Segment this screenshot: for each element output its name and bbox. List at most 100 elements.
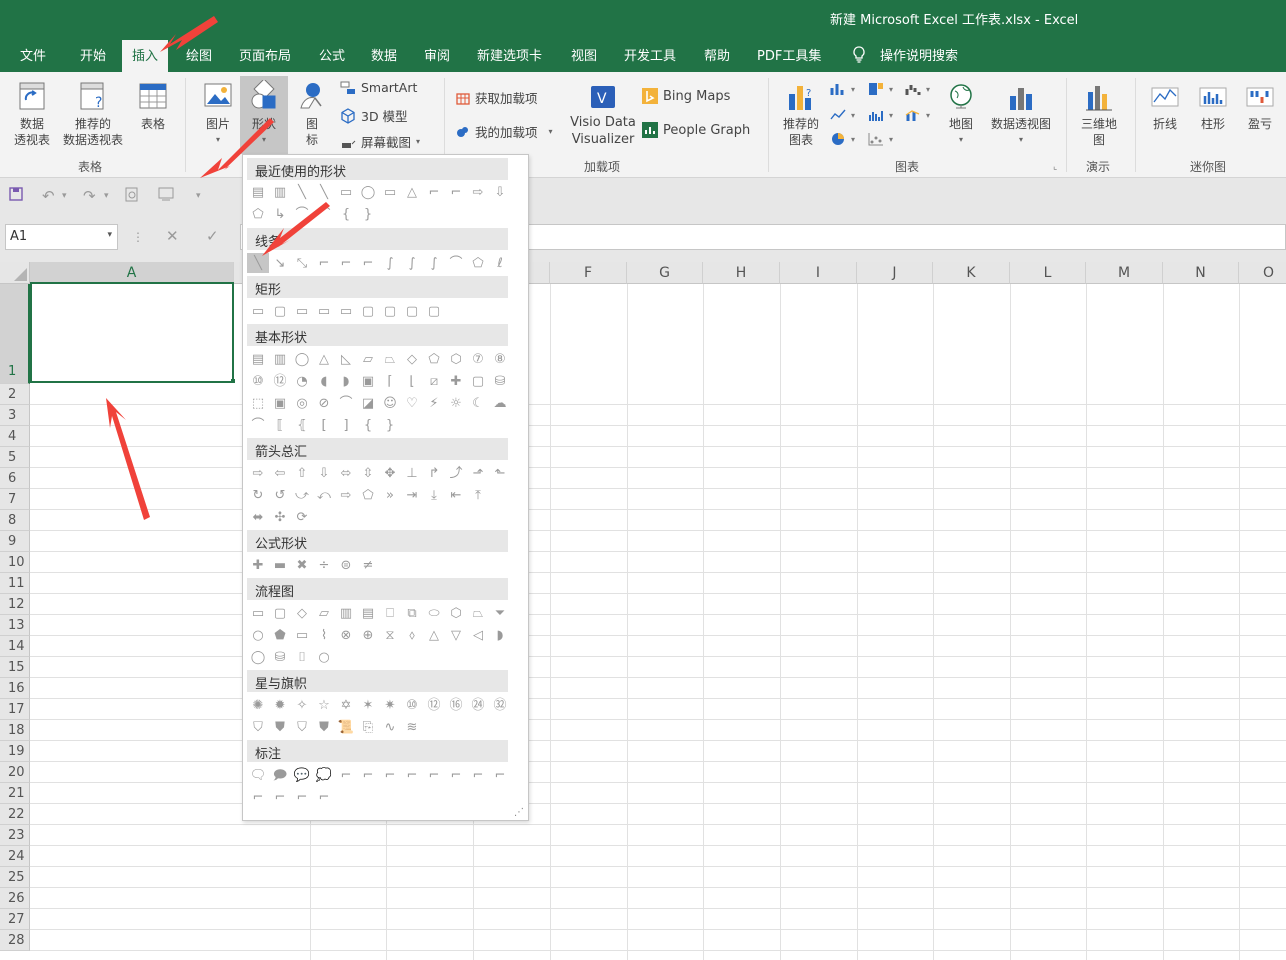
connector-icon[interactable]: ⌐: [423, 182, 445, 202]
right-arrow-icon[interactable]: ⇨: [247, 463, 269, 483]
l-shape-icon[interactable]: ⌊: [401, 371, 423, 391]
cube-icon[interactable]: ⬚: [247, 393, 269, 413]
print-preview-icon[interactable]: [125, 187, 139, 206]
line-callout-icon[interactable]: ⌐: [313, 787, 335, 807]
save-icon[interactable]: [9, 187, 23, 205]
star-16-icon[interactable]: ⑯: [445, 695, 467, 715]
freeform-icon[interactable]: ⬠: [467, 253, 489, 273]
cloud-icon[interactable]: ☁: [489, 393, 511, 413]
curved-ribbon-icon[interactable]: ⛊: [313, 717, 335, 737]
line-callout-icon[interactable]: ⌐: [335, 765, 357, 785]
heptagon-icon[interactable]: ⑦: [467, 349, 489, 369]
right-callout-arrow-icon[interactable]: ⇥: [401, 485, 423, 505]
tab-review[interactable]: 审阅: [424, 45, 450, 64]
flowchart-direct-storage-icon[interactable]: ⌷: [291, 647, 313, 667]
vertical-scroll-icon[interactable]: 📜: [335, 717, 357, 737]
get-addins-button[interactable]: 获取加载项: [456, 88, 538, 107]
sparkline-winloss-button[interactable]: 盈亏: [1240, 82, 1280, 132]
curved-connector-icon[interactable]: ∫: [401, 253, 423, 273]
pivot-table-button[interactable]: 数据 透视表: [10, 80, 54, 148]
left-right-callout-icon[interactable]: ⬌: [247, 507, 269, 527]
curved-connector-icon[interactable]: ∫: [423, 253, 445, 273]
sparkline-column-button[interactable]: 柱形: [1196, 82, 1230, 132]
row-header-13[interactable]: 13: [0, 615, 30, 636]
column-header-k[interactable]: K: [933, 262, 1010, 284]
row-header-9[interactable]: 9: [0, 531, 30, 552]
flowchart-predefined-process-icon[interactable]: ▥: [335, 603, 357, 623]
donut-icon[interactable]: ◎: [291, 393, 313, 413]
column-header-g[interactable]: G: [627, 262, 703, 284]
row-header-21[interactable]: 21: [0, 783, 30, 804]
star-10-icon[interactable]: ⑩: [401, 695, 423, 715]
column-chart-button[interactable]: ▾: [830, 82, 855, 96]
icons-button[interactable]: 图 标: [294, 80, 330, 148]
line-icon[interactable]: ╲: [247, 253, 269, 273]
up-arrow-icon[interactable]: ⇧: [291, 463, 313, 483]
rectangle-icon[interactable]: ▭: [379, 182, 401, 202]
arrow-line-icon[interactable]: ↘: [269, 253, 291, 273]
round-rectangle-icon[interactable]: ▢: [401, 301, 423, 321]
quad-callout-icon[interactable]: ✣: [269, 507, 291, 527]
flowchart-manual-input-icon[interactable]: ⏢: [467, 603, 489, 623]
striped-right-arrow-icon[interactable]: ⇨: [335, 485, 357, 505]
row-header-25[interactable]: 25: [0, 867, 30, 888]
smiley-icon[interactable]: ☺: [379, 393, 401, 413]
minus-icon[interactable]: ▬: [269, 555, 291, 575]
trapezoid-icon[interactable]: ⏢: [379, 349, 401, 369]
star-5-icon[interactable]: ☆: [313, 695, 335, 715]
vertical-textbox-icon[interactable]: ▥: [269, 349, 291, 369]
star-12-icon[interactable]: ⑫: [423, 695, 445, 715]
recommended-pivot-button[interactable]: ? 推荐的 数据透视表: [58, 80, 128, 148]
line-chart-button[interactable]: ▾: [830, 108, 855, 122]
frame-icon[interactable]: ▣: [357, 371, 379, 391]
moon-icon[interactable]: ☾: [467, 393, 489, 413]
right-arrow-icon[interactable]: ⇨: [467, 182, 489, 202]
flowchart-process-icon[interactable]: ▭: [247, 603, 269, 623]
plaque-icon[interactable]: ▢: [467, 371, 489, 391]
column-header-f[interactable]: F: [550, 262, 627, 284]
explosion-icon[interactable]: ✹: [269, 695, 291, 715]
waterfall-chart-button[interactable]: ▾: [905, 82, 930, 96]
flowchart-connector-icon[interactable]: ○: [247, 625, 269, 645]
row-header-15[interactable]: 15: [0, 657, 30, 678]
line-callout-icon[interactable]: ⌐: [379, 765, 401, 785]
oval-icon[interactable]: ◯: [291, 349, 313, 369]
down-arrow-icon[interactable]: ⇩: [313, 463, 335, 483]
row-header-11[interactable]: 11: [0, 573, 30, 594]
curved-down-arrow-icon[interactable]: ⤺: [313, 485, 335, 505]
pentagon-icon[interactable]: ⬠: [423, 349, 445, 369]
row-header-12[interactable]: 12: [0, 594, 30, 615]
oval-icon[interactable]: ◯: [357, 182, 379, 202]
left-up-arrow-icon[interactable]: ⬏: [467, 463, 489, 483]
flowchart-merge-icon[interactable]: ▽: [445, 625, 467, 645]
line-callout-icon[interactable]: ⌐: [401, 765, 423, 785]
flowchart-sequential-storage-icon[interactable]: ◯: [247, 647, 269, 667]
left-callout-arrow-icon[interactable]: ⇤: [445, 485, 467, 505]
teardrop-icon[interactable]: ◗: [335, 371, 357, 391]
row-header-14[interactable]: 14: [0, 636, 30, 657]
can-icon[interactable]: ⛁: [489, 371, 511, 391]
tab-page-layout[interactable]: 页面布局: [239, 45, 291, 64]
line-callout-icon[interactable]: ⌐: [445, 765, 467, 785]
name-box[interactable]: A1 ▾: [5, 224, 118, 250]
curve-icon[interactable]: ⌒: [313, 204, 335, 224]
people-graph-button[interactable]: People Graph: [642, 122, 750, 138]
textbox-icon[interactable]: ▤: [247, 349, 269, 369]
star-4-icon[interactable]: ✧: [291, 695, 313, 715]
row-header-28[interactable]: 28: [0, 930, 30, 951]
pie-icon[interactable]: ◔: [291, 371, 313, 391]
scribble-icon[interactable]: ℓ: [489, 253, 511, 273]
row-header-23[interactable]: 23: [0, 825, 30, 846]
equal-icon[interactable]: ⊜: [335, 555, 357, 575]
curved-ribbon-icon[interactable]: ⛉: [291, 717, 313, 737]
rectangle-icon[interactable]: ▭: [247, 301, 269, 321]
elbow-connector-icon[interactable]: ⌐: [313, 253, 335, 273]
pentagon-icon[interactable]: ⬠: [247, 204, 269, 224]
circular-arrow-icon[interactable]: ⟳: [291, 507, 313, 527]
tab-file[interactable]: 文件: [20, 45, 46, 64]
parallelogram-icon[interactable]: ▱: [357, 349, 379, 369]
tab-pdf-tools[interactable]: PDF工具集: [757, 45, 821, 64]
block-arc-icon[interactable]: ⌒: [335, 393, 357, 413]
row-header-10[interactable]: 10: [0, 552, 30, 573]
arc-icon[interactable]: ⌒: [247, 415, 269, 435]
